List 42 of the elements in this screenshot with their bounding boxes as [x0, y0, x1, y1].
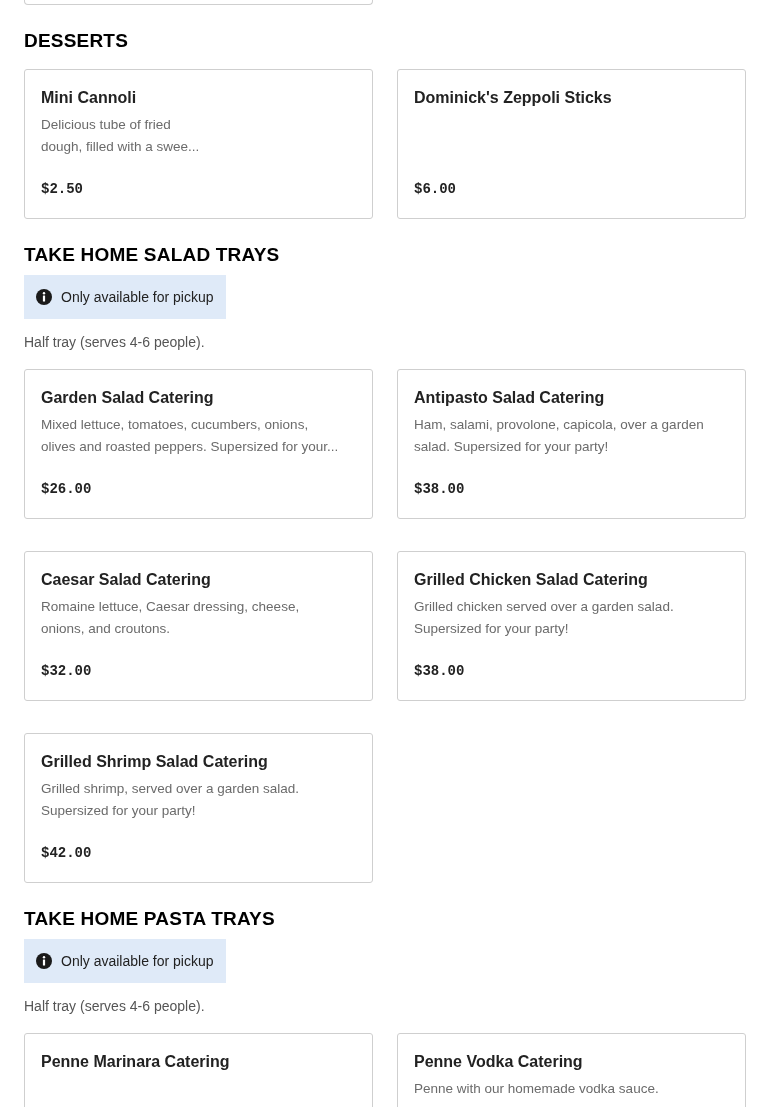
item-price: $38.00 [414, 481, 465, 497]
menu-card[interactable]: Grilled Shrimp Salad Catering Grilled shrimp, served over a garden salad. Supersized for your party! $42.00 [24, 733, 373, 883]
item-description: Grilled shrimp, served over a garden salad. Supersized for your party! [41, 780, 301, 820]
item-price: $26.00 [41, 481, 92, 497]
item-name: Grilled Shrimp Salad Catering [41, 752, 269, 772]
item-name: Caesar Salad Catering [41, 570, 212, 590]
item-description: Romaine lettuce, Caesar dressing, cheese, onions, and croutons. [41, 598, 301, 638]
item-name: Penne Marinara Catering [41, 1052, 231, 1072]
item-price: $42.00 [41, 845, 92, 861]
item-description: Delicious tube of fried dough, filled with a swee... [41, 116, 201, 156]
section-heading: DESSERTS [24, 29, 129, 53]
item-price: $6.00 [414, 181, 456, 197]
info-icon [36, 953, 52, 969]
item-name: Mini Cannoli [41, 88, 138, 108]
section-heading: TAKE HOME SALAD TRAYS [24, 243, 281, 267]
item-description: Mixed lettuce, tomatoes, cucumbers, onions, olives and roasted peppers. Supersized for your... [41, 416, 340, 456]
item-name: Grilled Chicken Salad Catering [414, 570, 649, 590]
item-description: Penne with our homemade vodka sauce. [414, 1080, 660, 1098]
menu-card[interactable]: Penne Marinara Catering [24, 1033, 373, 1107]
menu-card[interactable]: Grilled Chicken Salad Catering Grilled chicken served over a garden salad. Supersized for your party! $38.00 [397, 551, 746, 701]
menu-card[interactable]: Caesar Salad Catering Romaine lettuce, Caesar dressing, cheese, onions, and croutons. $32.00 [24, 551, 373, 701]
section-heading: TAKE HOME PASTA TRAYS [24, 907, 276, 931]
item-name: Antipasto Salad Catering [414, 388, 606, 408]
menu-card[interactable]: Garden Salad Catering Mixed lettuce, tomatoes, cucumbers, onions, olives and roasted peppers. Supersized for your... $26.00 [24, 369, 373, 519]
menu-card[interactable]: Penne Vodka Catering Penne with our homemade vodka sauce. [397, 1033, 746, 1107]
notice-text: Only available for pickup [61, 289, 214, 305]
item-price: $32.00 [41, 663, 92, 679]
notice-text: Only available for pickup [61, 953, 214, 969]
item-name: Penne Vodka Catering [414, 1052, 584, 1072]
tray-note: Half tray (serves 4-6 people). [24, 333, 206, 352]
tray-note: Half tray (serves 4-6 people). [24, 997, 206, 1016]
item-name: Dominick's Zeppoli Sticks [414, 88, 613, 108]
item-name: Garden Salad Catering [41, 388, 215, 408]
info-icon [36, 289, 52, 305]
item-description: Ham, salami, provolone, capicola, over a garden salad. Supersized for your party! [414, 416, 705, 456]
menu-card[interactable]: Mini Cannoli Delicious tube of fried dough, filled with a swee... $2.50 [24, 69, 373, 219]
item-description: Grilled chicken served over a garden salad. Supersized for your party! [414, 598, 675, 638]
item-price: $38.00 [414, 663, 465, 679]
menu-card[interactable] [24, 0, 373, 5]
item-price: $2.50 [41, 181, 83, 197]
menu-card[interactable]: Antipasto Salad Catering Ham, salami, provolone, capicola, over a garden salad. Supersized for your party! $38.00 [397, 369, 746, 519]
menu-card[interactable]: Dominick's Zeppoli Sticks $6.00 [397, 69, 746, 219]
